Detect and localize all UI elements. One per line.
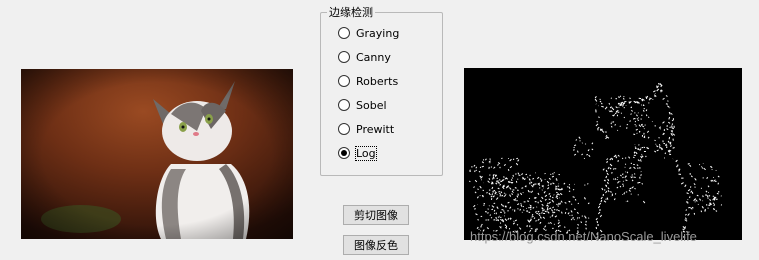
radio-log[interactable]: Log — [338, 145, 377, 161]
edge-detection-groupbox: 边缘检测 Graying Canny Roberts Sobel Prewitt… — [320, 6, 443, 176]
radio-button-icon[interactable] — [338, 51, 350, 63]
groupbox-title: 边缘检测 — [327, 6, 375, 19]
invert-image-button[interactable]: 图像反色 — [343, 235, 409, 255]
radio-prewitt[interactable]: Prewitt — [338, 121, 394, 137]
radio-canny[interactable]: Canny — [338, 49, 391, 65]
radio-sobel[interactable]: Sobel — [338, 97, 387, 113]
radio-button-icon[interactable] — [338, 27, 350, 39]
original-image-panel — [21, 69, 293, 239]
radio-button-icon[interactable] — [338, 99, 350, 111]
radio-button-icon[interactable] — [338, 123, 350, 135]
radio-graying[interactable]: Graying — [338, 25, 399, 41]
radio-roberts[interactable]: Roberts — [338, 73, 398, 89]
radio-label: Sobel — [356, 98, 387, 112]
radio-label: Canny — [356, 50, 391, 64]
radio-label: Prewitt — [356, 122, 395, 136]
edge-result-panel — [464, 68, 742, 240]
cat-photo — [21, 69, 293, 239]
radio-label: Graying — [356, 26, 400, 40]
radio-button-icon[interactable] — [338, 75, 350, 87]
radio-button-checked-icon[interactable] — [338, 147, 350, 159]
crop-image-button[interactable]: 剪切图像 — [343, 205, 409, 225]
edge-detection-result-image — [464, 68, 742, 240]
radio-label: Roberts — [356, 74, 399, 88]
radio-label: Log — [355, 145, 377, 161]
